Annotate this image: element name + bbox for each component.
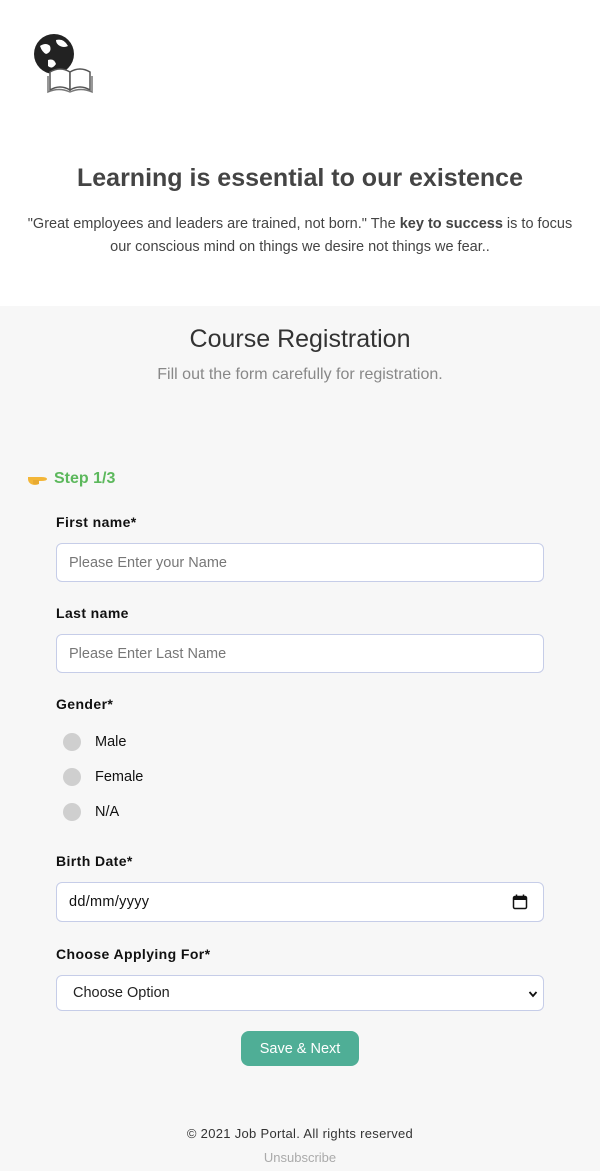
radio-label-na: N/A bbox=[95, 804, 120, 820]
radio-label-female: Female bbox=[95, 769, 144, 785]
form-subtitle: Fill out the form carefully for registra… bbox=[157, 366, 443, 383]
calendar-icon[interactable] bbox=[512, 894, 528, 910]
last-name-input[interactable] bbox=[56, 634, 544, 673]
chevron-down-icon bbox=[528, 991, 538, 998]
gender-radio-female[interactable]: Female bbox=[63, 767, 143, 787]
footer-copyright: © 2021 Job Portal. All rights reserved bbox=[186, 1126, 414, 1141]
last-name-label: Last name bbox=[56, 605, 129, 621]
pointing-hand-icon bbox=[28, 477, 47, 485]
applying-for-selected: Choose Option bbox=[73, 985, 170, 1001]
gender-radio-na[interactable]: N/A bbox=[63, 802, 119, 822]
quote-prefix: "Great employees and leaders are trained… bbox=[27, 216, 400, 232]
hero-title: Learning is essential to our existence bbox=[77, 164, 523, 192]
unsubscribe-link[interactable]: Unsubscribe bbox=[0, 1150, 600, 1165]
quote-bold: key to success bbox=[399, 216, 503, 232]
birth-date-label: Birth Date* bbox=[56, 853, 133, 869]
step-indicator: Step 1/3 bbox=[27, 468, 115, 490]
birth-date-value: dd/mm/yyyy bbox=[69, 894, 150, 910]
radio-circle[interactable] bbox=[63, 803, 81, 821]
radio-circle[interactable] bbox=[63, 768, 81, 786]
applying-for-label: Choose Applying For* bbox=[56, 946, 211, 962]
save-next-button[interactable]: Save & Next bbox=[241, 1031, 359, 1066]
gender-radio-male[interactable]: Male bbox=[63, 732, 126, 752]
birth-date-input[interactable]: dd/mm/yyyy bbox=[56, 882, 544, 922]
first-name-input[interactable] bbox=[56, 543, 544, 582]
radio-label-male: Male bbox=[95, 734, 127, 750]
form-title: Course Registration bbox=[189, 325, 411, 353]
globe-book-icon bbox=[34, 34, 93, 94]
first-name-label: First name* bbox=[56, 514, 137, 530]
applying-for-select[interactable]: Choose Option bbox=[56, 975, 544, 1011]
hero-quote: "Great employees and leaders are trained… bbox=[20, 213, 580, 259]
radio-circle[interactable] bbox=[63, 733, 81, 751]
step-label: Step 1/3 bbox=[54, 470, 116, 487]
gender-label: Gender* bbox=[56, 696, 114, 712]
